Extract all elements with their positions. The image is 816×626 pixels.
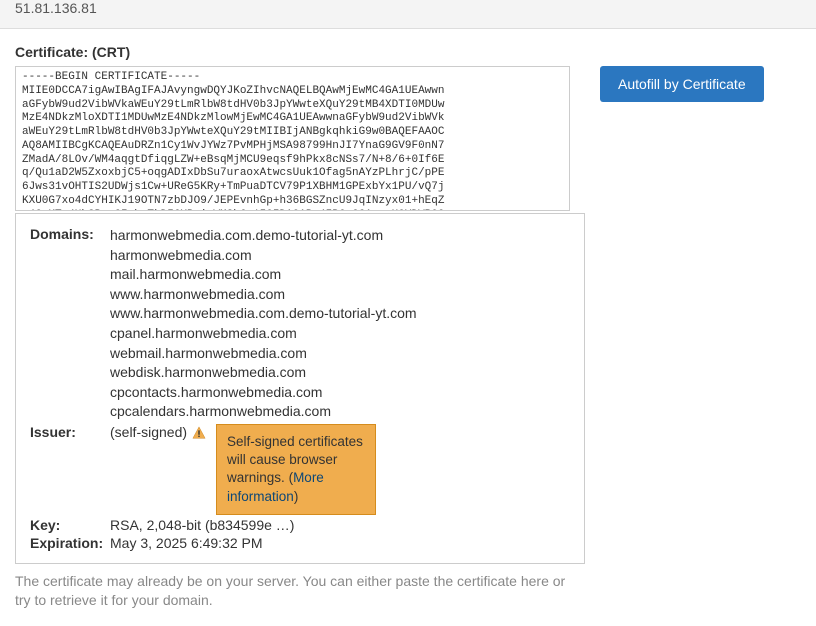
domain-item: cpcalendars.harmonwebmedia.com	[110, 402, 417, 422]
ip-address: 51.81.136.81	[15, 0, 97, 16]
domain-item: harmonwebmedia.com.demo-tutorial-yt.com	[110, 226, 417, 246]
issuer-row: Issuer: (self-signed) Self-signed certif…	[30, 424, 570, 515]
issuer-value: (self-signed)	[110, 424, 187, 440]
domain-item: www.harmonwebmedia.com.demo-tutorial-yt.…	[110, 304, 417, 324]
domain-item: cpcontacts.harmonwebmedia.com	[110, 383, 417, 403]
domains-row: Domains: harmonwebmedia.com.demo-tutoria…	[30, 226, 570, 422]
domain-item: harmonwebmedia.com	[110, 246, 417, 266]
domain-item: webmail.harmonwebmedia.com	[110, 344, 417, 364]
key-value: RSA, 2,048-bit (b834599e …)	[110, 517, 294, 533]
helper-text: The certificate may already be on your s…	[15, 572, 575, 611]
self-signed-warning-tooltip: Self-signed certificates will cause brow…	[216, 424, 376, 515]
key-row: Key: RSA, 2,048-bit (b834599e …)	[30, 517, 570, 533]
certificate-info-box: Domains: harmonwebmedia.com.demo-tutoria…	[15, 213, 585, 564]
issuer-label: Issuer:	[30, 424, 110, 440]
key-label: Key:	[30, 517, 110, 533]
domain-item: www.harmonwebmedia.com	[110, 285, 417, 305]
domain-item: mail.harmonwebmedia.com	[110, 265, 417, 285]
certificate-heading: Certificate: (CRT)	[15, 44, 801, 60]
domain-item: cpanel.harmonwebmedia.com	[110, 324, 417, 344]
autofill-by-certificate-button[interactable]: Autofill by Certificate	[600, 66, 764, 102]
domain-item: webdisk.harmonwebmedia.com	[110, 363, 417, 383]
certificate-textarea[interactable]	[15, 66, 570, 211]
domains-label: Domains:	[30, 226, 110, 242]
warning-icon	[192, 426, 206, 440]
domains-list: harmonwebmedia.com.demo-tutorial-yt.com …	[110, 226, 417, 422]
